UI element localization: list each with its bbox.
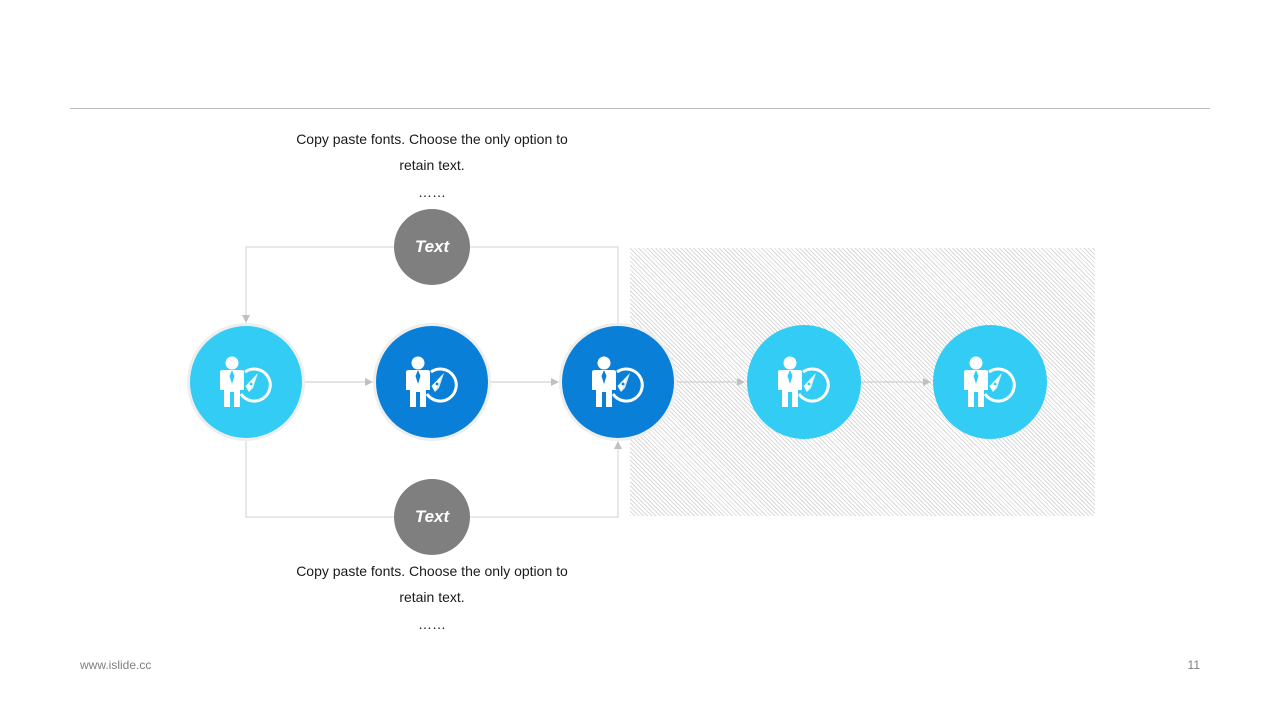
page-number: 11 xyxy=(1187,658,1200,672)
process-node-2 xyxy=(373,323,491,441)
top-ellipsis: …… xyxy=(418,184,446,200)
process-node-4 xyxy=(747,325,861,439)
bottom-branch-label: Text xyxy=(414,507,450,526)
footer-url: www.islide.cc xyxy=(80,658,152,672)
top-branch-node: Text xyxy=(394,209,470,285)
bottom-description: Copy paste fonts. Choose the only option… xyxy=(296,563,568,605)
process-node-5 xyxy=(933,325,1047,439)
top-description: Copy paste fonts. Choose the only option… xyxy=(296,131,568,173)
process-diagram xyxy=(187,246,1047,518)
process-node-3 xyxy=(559,323,677,441)
bottom-ellipsis: …… xyxy=(418,616,446,632)
top-branch-label: Text xyxy=(414,237,450,256)
process-node-1 xyxy=(187,323,305,441)
bottom-branch-node: Text xyxy=(394,479,470,555)
